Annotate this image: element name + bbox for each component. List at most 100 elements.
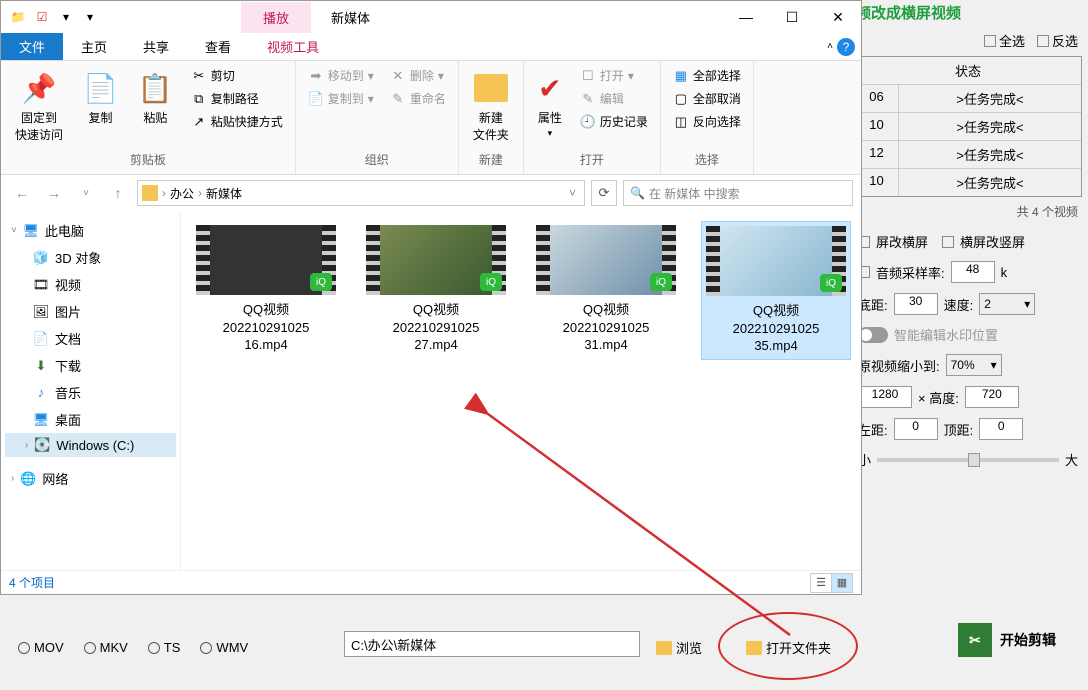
delete-button[interactable]: ✕删除 ▾ <box>386 65 450 86</box>
forward-button[interactable]: → <box>41 180 67 206</box>
task-count: 共 4 个视频 <box>848 197 1088 226</box>
pc-icon: 🖥 <box>23 223 39 239</box>
file-item[interactable]: iQ QQ视频20221029102516.mp4 <box>191 221 341 358</box>
tree-3d-objects[interactable]: 🧊3D 对象 <box>5 244 176 271</box>
pin-icon: 📌 <box>22 69 57 107</box>
up-button[interactable]: ↑ <box>105 180 131 206</box>
radio-mov[interactable]: MOV <box>18 640 64 655</box>
overflow-icon[interactable]: ▾ <box>79 6 101 28</box>
breadcrumb[interactable]: › 办公 › 新媒体 ˅ <box>137 180 585 206</box>
tab-home[interactable]: 主页 <box>63 33 125 60</box>
window-title: 新媒体 <box>331 8 370 27</box>
copy-to-button[interactable]: 📄复制到 ▾ <box>304 88 378 109</box>
tree-downloads[interactable]: ⬇下载 <box>5 352 176 379</box>
checkbox-icon[interactable]: ☑ <box>31 6 53 28</box>
icons-view-button[interactable]: ▦ <box>831 573 853 593</box>
group-label-open: 打开 <box>532 151 652 170</box>
search-input[interactable]: 🔍 在 新媒体 中搜索 <box>623 180 853 206</box>
browse-button[interactable]: 浏览 <box>656 638 702 657</box>
copy-path-button[interactable]: ⧉复制路径 <box>187 88 287 109</box>
back-button[interactable]: ← <box>9 180 35 206</box>
tree-music[interactable]: ♪音乐 <box>5 379 176 406</box>
bottom-margin-input[interactable]: 30 <box>894 293 938 315</box>
left-margin-input[interactable]: 0 <box>894 418 938 440</box>
tab-file[interactable]: 文件 <box>1 33 63 60</box>
tree-this-pc[interactable]: ˅🖥此电脑 <box>5 217 176 244</box>
copy-button[interactable]: 📄复制 <box>77 65 124 130</box>
thumbnail <box>720 226 832 296</box>
tree-pictures[interactable]: 🖼图片 <box>5 298 176 325</box>
paste-shortcut-button[interactable]: ↗粘贴快捷方式 <box>187 111 287 132</box>
collapse-ribbon-icon[interactable]: ˄ <box>827 41 833 52</box>
rename-button[interactable]: ✎重命名 <box>386 88 450 109</box>
tree-documents[interactable]: 📄文档 <box>5 325 176 352</box>
open-icon: ☐ <box>580 68 596 84</box>
output-path-input[interactable]: C:\办公\新媒体 <box>344 631 640 657</box>
chevron-down-icon[interactable]: ▾ <box>55 6 77 28</box>
details-view-button[interactable]: ☰ <box>810 573 832 593</box>
titlebar: 📁 ☑ ▾ ▾ 播放 新媒体 — ☐ ✕ <box>1 1 861 33</box>
select-all-icon: ▦ <box>673 68 689 84</box>
recent-dropdown[interactable]: ˅ <box>73 180 99 206</box>
minimize-button[interactable]: — <box>723 1 769 33</box>
radio-wmv[interactable]: WMV <box>200 640 248 655</box>
folder-icon[interactable]: 📁 <box>7 6 29 28</box>
speed-select[interactable]: 2▾ <box>979 293 1035 315</box>
properties-button[interactable]: ✔属性▾ <box>532 65 568 143</box>
close-button[interactable]: ✕ <box>815 1 861 33</box>
iqiyi-icon: iQ <box>480 273 502 291</box>
start-button[interactable]: ✂开始剪辑 <box>958 623 1056 657</box>
move-icon: ➡ <box>308 68 324 84</box>
radio-ts[interactable]: TS <box>148 640 181 655</box>
audio-rate-input[interactable]: 48 <box>951 261 995 283</box>
history-button[interactable]: 🕘历史记录 <box>576 111 652 132</box>
edit-button[interactable]: ✎编辑 <box>576 88 652 109</box>
thumbnail <box>380 225 492 295</box>
properties-icon: ✔ <box>538 69 561 107</box>
file-item[interactable]: iQ QQ视频20221029102527.mp4 <box>361 221 511 358</box>
move-to-button[interactable]: ➡移动到 ▾ <box>304 65 378 86</box>
width-input[interactable]: 1280 <box>858 386 912 408</box>
breadcrumb-segment[interactable]: 新媒体 <box>206 185 242 202</box>
refresh-button[interactable]: ⟳ <box>591 180 617 206</box>
open-button[interactable]: ☐打开 ▾ <box>576 65 652 86</box>
select-none-button[interactable]: ▢全部取消 <box>669 88 745 109</box>
invert-selection-button[interactable]: ◫反向选择 <box>669 111 745 132</box>
pin-to-quick-access-button[interactable]: 📌固定到 快速访问 <box>9 65 69 147</box>
navigation-tree: ˅🖥此电脑 🧊3D 对象 🎞视频 🖼图片 📄文档 ⬇下载 ♪音乐 🖥桌面 ›💽W… <box>1 211 181 570</box>
select-all-button[interactable]: ▦全部选择 <box>669 65 745 86</box>
help-icon[interactable]: ? <box>837 38 855 56</box>
maximize-button[interactable]: ☐ <box>769 1 815 33</box>
top-margin-input[interactable]: 0 <box>979 418 1023 440</box>
height-input[interactable]: 720 <box>965 386 1019 408</box>
size-slider[interactable] <box>877 458 1059 462</box>
file-item[interactable]: iQ QQ视频20221029102531.mp4 <box>531 221 681 358</box>
col-status: 状态 <box>855 57 1081 84</box>
thumbnail <box>550 225 662 295</box>
tree-network[interactable]: ›🌐网络 <box>5 465 176 492</box>
tab-video-tools[interactable]: 视频工具 <box>249 33 337 60</box>
breadcrumb-segment[interactable]: 办公 <box>170 185 194 202</box>
rename-icon: ✎ <box>390 91 406 107</box>
paste-button[interactable]: 📋粘贴 <box>132 65 179 130</box>
tree-desktop[interactable]: 🖥桌面 <box>5 406 176 433</box>
watermark-toggle[interactable] <box>858 327 888 343</box>
tree-videos[interactable]: 🎞视频 <box>5 271 176 298</box>
tree-windows-c[interactable]: ›💽Windows (C:) <box>5 433 176 457</box>
file-item[interactable]: iQ QQ视频20221029102535.mp4 <box>701 221 851 360</box>
tab-share[interactable]: 共享 <box>125 33 187 60</box>
invert-option[interactable]: 反选 <box>1037 31 1078 50</box>
checkbox-icon[interactable] <box>942 236 954 248</box>
chevron-down-icon[interactable]: ˅ <box>565 186 580 200</box>
image-icon: 🖼 <box>33 304 49 320</box>
contextual-tab-play: 播放 <box>241 2 311 33</box>
new-folder-button[interactable]: 新建 文件夹 <box>467 65 515 147</box>
select-all-option[interactable]: 全选 <box>984 31 1025 50</box>
folder-icon-big <box>474 69 508 107</box>
shrink-select[interactable]: 70%▾ <box>946 354 1002 376</box>
cut-button[interactable]: ✂剪切 <box>187 65 287 86</box>
thumbnail <box>210 225 322 295</box>
tab-view[interactable]: 查看 <box>187 33 249 60</box>
radio-mkv[interactable]: MKV <box>84 640 128 655</box>
table-row: 06>任务完成< <box>855 85 1081 113</box>
